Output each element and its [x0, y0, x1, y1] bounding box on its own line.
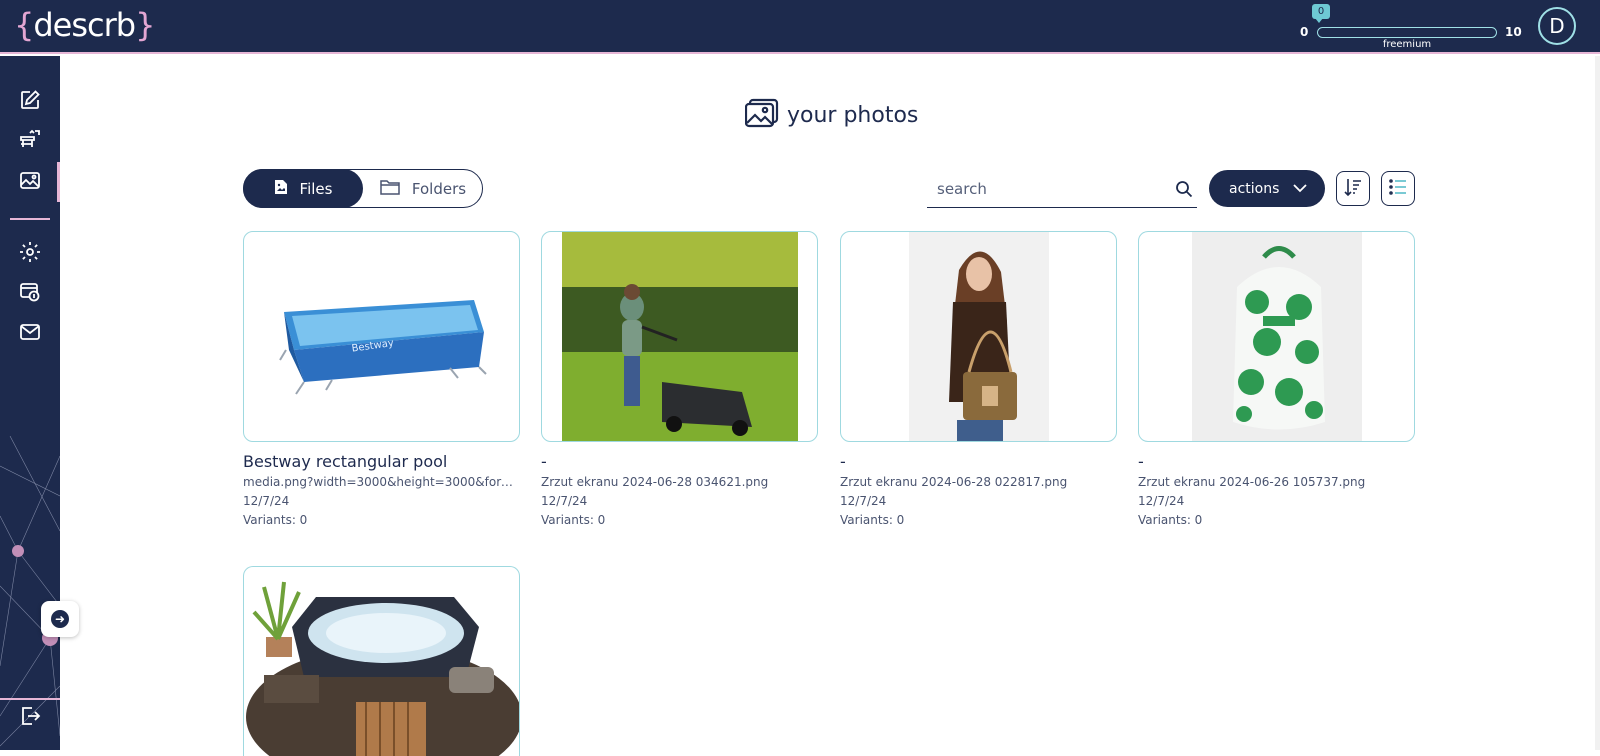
photo-thumbnail-pool[interactable]: Bestway	[243, 231, 520, 442]
photo-thumbnail-backpack[interactable]	[1138, 231, 1415, 442]
photo-filename: Zrzut ekranu 2024-06-26 105737.png	[1138, 475, 1366, 489]
page-scrollbar[interactable]	[1595, 56, 1600, 750]
view-toggle: Files Folders	[243, 169, 483, 208]
products-icon[interactable]	[18, 128, 42, 152]
actions-label: actions	[1229, 180, 1280, 197]
photos-icon[interactable]	[18, 168, 42, 192]
decorative-network-graphic	[0, 436, 60, 747]
photo-variants: Variants: 0	[243, 513, 308, 527]
photo-title: Bestway rectangular pool	[243, 452, 448, 471]
photo-date: 12/7/24	[1138, 494, 1185, 508]
tab-files-label: Files	[299, 179, 333, 198]
photo-card[interactable]	[243, 566, 520, 756]
photo-card[interactable]: - Zrzut ekranu 2024-06-28 034621.png 12/…	[541, 231, 818, 529]
actions-dropdown[interactable]: actions	[1209, 170, 1325, 207]
photo-title: -	[840, 452, 846, 471]
tab-files[interactable]: Files	[243, 169, 363, 208]
logout-icon[interactable]	[18, 704, 42, 728]
photo-title: -	[541, 452, 547, 471]
photo-filename: Zrzut ekranu 2024-06-28 022817.png	[840, 475, 1068, 489]
search-input[interactable]	[927, 172, 1157, 206]
sidebar-divider	[10, 218, 50, 220]
sidebar-bottom-divider	[0, 698, 60, 700]
search-icon[interactable]	[1175, 180, 1193, 198]
quota-max-label: 10	[1505, 25, 1522, 39]
photo-card[interactable]: - Zrzut ekranu 2024-06-28 022817.png 12/…	[840, 231, 1117, 529]
app-logo[interactable]: {descrb}	[14, 6, 155, 44]
active-indicator	[57, 162, 60, 202]
photo-thumbnail-hot-tub[interactable]	[243, 566, 520, 756]
photo-title: -	[1138, 452, 1144, 471]
mail-icon[interactable]	[18, 320, 42, 344]
page-heading: your photos	[744, 97, 919, 133]
photo-variants: Variants: 0	[541, 513, 606, 527]
photo-thumbnail-handbag[interactable]	[840, 231, 1117, 442]
settings-icon[interactable]	[18, 240, 42, 264]
quota-progress-bar	[1317, 27, 1497, 38]
photo-date: 12/7/24	[541, 494, 588, 508]
file-image-icon	[274, 179, 288, 199]
photo-variants: Variants: 0	[1138, 513, 1203, 527]
billing-icon[interactable]	[18, 280, 42, 304]
expand-sidebar-button[interactable]: ➜	[41, 601, 79, 637]
photo-filename: Zrzut ekranu 2024-06-28 034621.png	[541, 475, 769, 489]
user-avatar[interactable]: D	[1538, 7, 1576, 45]
tab-folders-label: Folders	[411, 179, 467, 198]
photo-card[interactable]: Bestway Bestway rectangular pool media.p…	[243, 231, 520, 529]
sort-icon	[1343, 177, 1363, 201]
quota-current-badge: 0	[1312, 4, 1330, 23]
folder-icon	[380, 179, 400, 199]
list-icon	[1388, 177, 1408, 201]
top-bar: {descrb} 0 0 10 freemium D	[0, 0, 1600, 54]
chevron-down-icon	[1293, 181, 1308, 197]
arrow-right-icon: ➜	[51, 610, 69, 628]
photo-filename: media.png?width=3000&height=3000&format=…	[243, 475, 520, 489]
photo-variants: Variants: 0	[840, 513, 905, 527]
photo-thumbnail-lawnmower[interactable]	[541, 231, 818, 442]
photos-heading-icon	[744, 98, 779, 132]
photo-date: 12/7/24	[243, 494, 290, 508]
photo-date: 12/7/24	[840, 494, 887, 508]
search-bar	[927, 172, 1197, 208]
plan-label: freemium	[1382, 39, 1432, 50]
sidebar	[0, 56, 60, 750]
photo-card[interactable]: - Zrzut ekranu 2024-06-26 105737.png 12/…	[1138, 231, 1415, 529]
quota-min-label: 0	[1300, 25, 1309, 39]
list-view-button[interactable]	[1381, 171, 1415, 206]
usage-quota: 0 0 10 freemium	[1300, 4, 1522, 50]
edit-icon[interactable]	[18, 88, 42, 112]
tab-folders[interactable]: Folders	[364, 170, 482, 207]
sort-button[interactable]	[1336, 171, 1370, 206]
page-title: your photos	[787, 102, 919, 128]
